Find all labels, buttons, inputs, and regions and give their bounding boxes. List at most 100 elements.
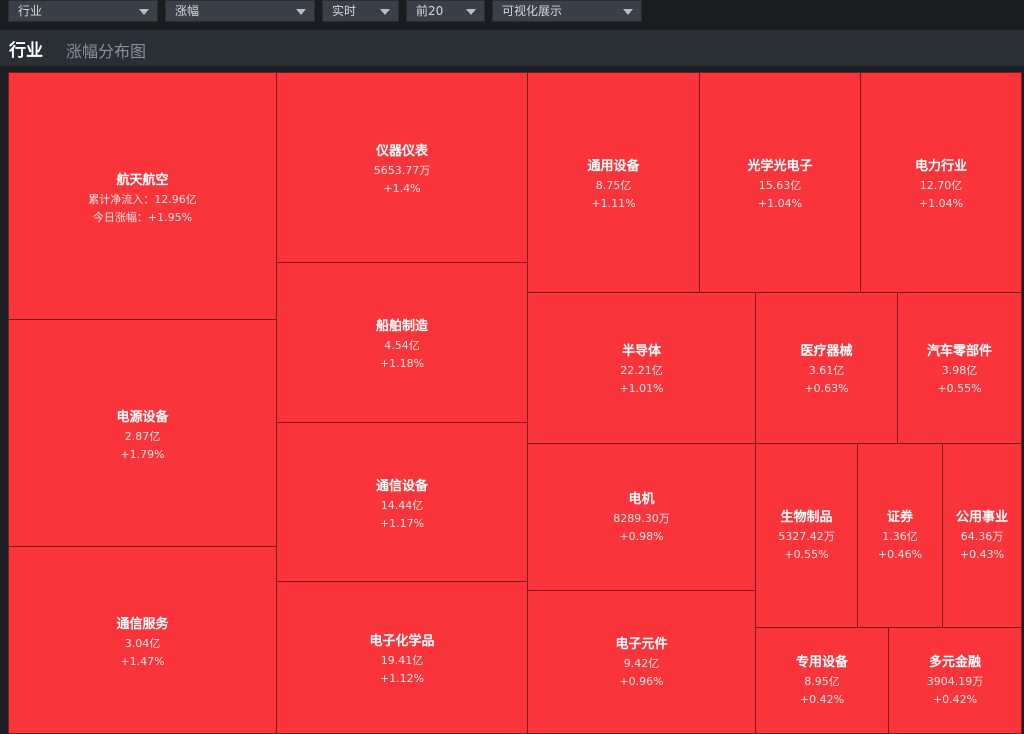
period-select-value: 实时 (332, 4, 357, 18)
tile-name: 仪器仪表 (375, 144, 428, 159)
tile-dianli-hangye[interactable]: 电力行业 12.70亿 +1.04% (860, 72, 1022, 293)
tile-tongxin-fuwu[interactable]: 通信服务 3.04亿 +1.47% (8, 546, 277, 734)
tile-name: 电力行业 (914, 159, 967, 174)
tile-name: 半导体 (621, 344, 661, 359)
view-mode-select-value: 可视化展示 (502, 4, 563, 18)
tile-change: +0.55% (784, 548, 829, 561)
tile-name: 多元金融 (928, 655, 981, 670)
tile-net-inflow: 累计净流入：12.96亿 (88, 193, 197, 206)
tile-net-inflow: 5327.42万 (778, 530, 835, 543)
tile-name: 电子化学品 (369, 634, 435, 649)
tile-name: 证券 (886, 510, 913, 525)
tile-name: 汽车零部件 (926, 344, 992, 359)
tile-net-inflow: 2.87亿 (124, 430, 161, 443)
tile-net-inflow: 9.42亿 (623, 657, 660, 670)
chevron-down-icon (380, 9, 390, 15)
period-select[interactable]: 实时 (322, 0, 399, 22)
tile-name: 航天航空 (116, 173, 169, 188)
chevron-down-icon (296, 9, 306, 15)
tile-change: +1.79% (120, 448, 165, 461)
treemap: 航天航空 累计净流入：12.96亿 今日涨幅：+1.95% 电源设备 2.87亿… (8, 72, 1022, 734)
tile-tongxin-shebei[interactable]: 通信设备 14.44亿 +1.17% (276, 422, 528, 582)
tile-name: 船舶制造 (375, 319, 428, 334)
tile-duoyuan-jinrong[interactable]: 多元金融 3904.19万 +0.42% (888, 627, 1022, 734)
metric-select[interactable]: 涨幅 (165, 0, 315, 22)
tile-net-inflow: 3.61亿 (808, 364, 845, 377)
tile-net-inflow: 12.70亿 (919, 179, 963, 192)
tile-net-inflow: 8.75亿 (595, 179, 632, 192)
tile-net-inflow: 3904.19万 (926, 675, 984, 688)
tile-name: 通信设备 (375, 479, 428, 494)
toolbar: 行业 涨幅 实时 前20 可视化展示 (0, 0, 1024, 30)
topn-select[interactable]: 前20 (406, 0, 485, 22)
tile-net-inflow: 19.41亿 (380, 654, 424, 667)
tile-name: 电机 (628, 492, 655, 507)
view-mode-select[interactable]: 可视化展示 (492, 0, 642, 22)
tile-name: 电源设备 (116, 410, 169, 425)
tile-net-inflow: 22.21亿 (620, 364, 663, 377)
chart-header: 行业 涨幅分布图 (0, 30, 1024, 66)
tile-hangtian-hangkong[interactable]: 航天航空 累计净流入：12.96亿 今日涨幅：+1.95% (8, 72, 277, 320)
tile-dianji[interactable]: 电机 8289.30万 +0.98% (527, 443, 756, 591)
chevron-down-icon (139, 9, 149, 15)
tile-name: 光学光电子 (747, 159, 813, 174)
tile-yiliao-qixie[interactable]: 医疗器械 3.61亿 +0.63% (755, 292, 898, 444)
tile-shengwu-zhipin[interactable]: 生物制品 5327.42万 +0.55% (755, 443, 858, 628)
tile-name: 生物制品 (780, 510, 833, 525)
tile-dianzi-huaxuepin[interactable]: 电子化学品 19.41亿 +1.12% (276, 581, 528, 734)
tile-change: +0.42% (932, 693, 978, 706)
tile-dianzi-yuanjian[interactable]: 电子元件 9.42亿 +0.96% (527, 590, 756, 734)
tile-change: +0.96% (619, 675, 664, 688)
tile-tongyong-shebei[interactable]: 通用设备 8.75亿 +1.11% (527, 72, 700, 293)
tile-name: 通信服务 (116, 617, 169, 632)
tile-net-inflow: 8.95亿 (804, 675, 840, 688)
tile-change: +1.12% (379, 672, 425, 685)
tile-name: 公用事业 (955, 510, 1008, 525)
tile-net-inflow: 8289.30万 (613, 512, 670, 525)
tile-name: 专用设备 (795, 655, 848, 670)
tile-change: 今日涨幅：+1.95% (92, 211, 193, 224)
tile-zhengquan[interactable]: 证券 1.36亿 +0.46% (857, 443, 943, 628)
tile-change: +1.04% (918, 197, 964, 210)
tile-change: +0.42% (799, 693, 845, 706)
tile-change: +0.55% (937, 382, 982, 395)
tile-net-inflow: 64.36万 (960, 530, 1004, 543)
page-subtitle: 涨幅分布图 (66, 42, 147, 61)
metric-select-value: 涨幅 (175, 4, 200, 18)
tile-change: +0.98% (619, 530, 664, 543)
tile-change: +0.43% (959, 548, 1005, 561)
page-title: 行业 (9, 41, 43, 61)
tile-net-inflow: 1.36亿 (882, 530, 918, 543)
tile-name: 通用设备 (587, 159, 640, 174)
chevron-down-icon (623, 9, 633, 15)
tile-change: +0.46% (877, 548, 923, 561)
category-select[interactable]: 行业 (8, 0, 158, 22)
category-select-value: 行业 (18, 4, 43, 18)
chevron-down-icon (466, 9, 476, 15)
tile-net-inflow: 14.44亿 (380, 499, 424, 512)
tile-change: +1.11% (591, 197, 636, 210)
tile-name: 医疗器械 (800, 344, 853, 359)
tile-net-inflow: 3.98亿 (941, 364, 978, 377)
tile-change: +1.01% (619, 382, 664, 395)
tile-yiqi-yibiao[interactable]: 仪器仪表 5653.77万 +1.4% (276, 72, 528, 263)
tile-name: 电子元件 (615, 637, 668, 652)
tile-dianyuan-shebei[interactable]: 电源设备 2.87亿 +1.79% (8, 319, 277, 547)
tile-zhuanyong-shebei[interactable]: 专用设备 8.95亿 +0.42% (755, 627, 889, 734)
tile-guangxue-guangdianzi[interactable]: 光学光电子 15.63亿 +1.04% (699, 72, 861, 293)
tile-chuanbo-zhizao[interactable]: 船舶制造 4.54亿 +1.18% (276, 262, 528, 423)
tile-net-inflow: 5653.77万 (373, 164, 431, 177)
tile-change: +1.18% (379, 357, 425, 370)
tile-gongyong-shiye[interactable]: 公用事业 64.36万 +0.43% (942, 443, 1022, 628)
topn-select-value: 前20 (416, 4, 444, 18)
tile-net-inflow: 4.54亿 (384, 339, 420, 352)
tile-net-inflow: 15.63亿 (758, 179, 802, 192)
tile-net-inflow: 3.04亿 (124, 637, 161, 650)
tile-qiche-lingbujian[interactable]: 汽车零部件 3.98亿 +0.55% (897, 292, 1022, 444)
tile-change: +0.63% (804, 382, 849, 395)
tile-change: +1.04% (757, 197, 803, 210)
tile-change: +1.17% (379, 517, 425, 530)
tile-change: +1.4% (383, 182, 421, 195)
tile-bandaoti[interactable]: 半导体 22.21亿 +1.01% (527, 292, 756, 444)
tile-change: +1.47% (120, 655, 165, 668)
